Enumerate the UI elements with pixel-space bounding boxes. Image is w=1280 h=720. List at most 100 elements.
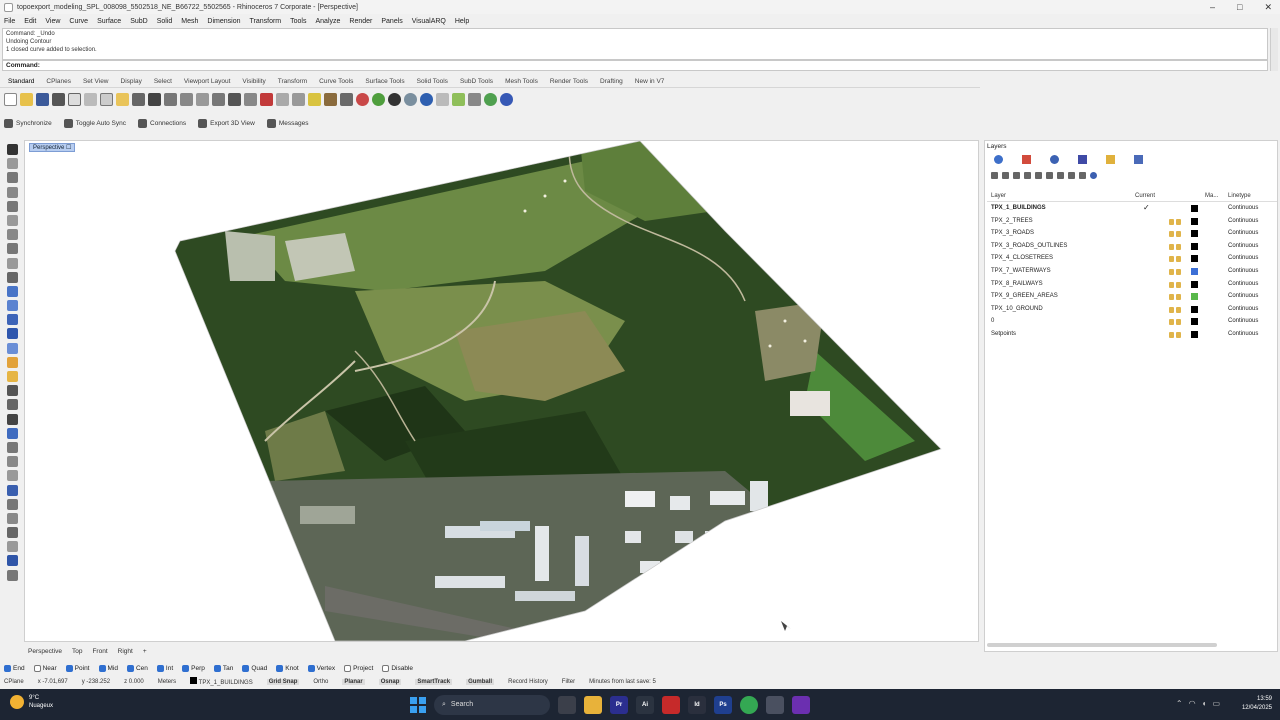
ortho-toggle[interactable]: Ortho bbox=[313, 679, 328, 685]
layers-tab-icon[interactable] bbox=[1019, 153, 1033, 165]
select-arrow-icon[interactable] bbox=[6, 144, 18, 155]
osnap-quad[interactable]: Quad bbox=[242, 664, 267, 672]
viewport-label[interactable]: Perspective ☐ bbox=[29, 143, 76, 152]
current-layer-check-icon[interactable]: ✓ bbox=[1143, 203, 1150, 212]
view-tab-right[interactable]: Right bbox=[118, 648, 133, 655]
perspective-viewport[interactable]: Perspective ☐ bbox=[24, 140, 979, 642]
arc-icon[interactable] bbox=[6, 214, 18, 226]
analyze-icon[interactable] bbox=[6, 555, 18, 567]
osnap-disable[interactable]: Disable bbox=[382, 664, 413, 672]
box-icon[interactable] bbox=[6, 314, 18, 326]
delete-layer-icon[interactable] bbox=[1013, 172, 1020, 179]
osnap-checkbox[interactable] bbox=[156, 664, 164, 672]
rhino-taskbar-icon[interactable] bbox=[766, 695, 784, 714]
sphere-icon[interactable] bbox=[6, 328, 18, 340]
battery-icon[interactable]: ▭ bbox=[1212, 699, 1220, 708]
move-icon[interactable] bbox=[6, 427, 18, 439]
smarttrack-toggle[interactable]: SmartTrack bbox=[415, 678, 453, 685]
layer-linetype[interactable]: Continuous bbox=[1228, 318, 1258, 324]
view-tab-front[interactable]: Front bbox=[92, 648, 107, 655]
osnap-near[interactable]: Near bbox=[33, 664, 57, 672]
app-icon[interactable] bbox=[792, 695, 810, 714]
circle-icon[interactable] bbox=[6, 200, 18, 212]
tab-viewport-layout[interactable]: Viewport Layout bbox=[184, 78, 231, 85]
osnap-point[interactable]: Point bbox=[65, 664, 90, 672]
layer-name[interactable]: 0 bbox=[991, 318, 994, 324]
hatch-icon[interactable] bbox=[6, 541, 18, 553]
menu-help[interactable]: Help bbox=[455, 18, 469, 25]
menu-surface[interactable]: Surface bbox=[97, 18, 121, 25]
split-icon[interactable] bbox=[6, 399, 18, 411]
menu-solid[interactable]: Solid bbox=[157, 18, 173, 25]
paste-icon[interactable] bbox=[116, 92, 129, 106]
menu-dimension[interactable]: Dimension bbox=[207, 18, 240, 25]
tab-cplanes[interactable]: CPlanes bbox=[46, 78, 71, 85]
tab-new-in-v7[interactable]: New in V7 bbox=[635, 78, 665, 85]
layer-row[interactable]: Setpoints Continuous bbox=[987, 329, 1277, 341]
layer-visibility-lock-icons[interactable] bbox=[1169, 281, 1183, 288]
cplane-label[interactable]: CPlane bbox=[4, 679, 24, 685]
layer-linetype[interactable]: Continuous bbox=[1228, 218, 1258, 224]
lightbulb-icon[interactable] bbox=[1169, 319, 1174, 326]
premiere-icon[interactable]: Pr bbox=[610, 695, 628, 714]
fillet-icon[interactable] bbox=[6, 371, 18, 382]
layer-linetype[interactable]: Continuous bbox=[1228, 306, 1258, 312]
tab-drafting[interactable]: Drafting bbox=[600, 78, 623, 85]
layer-linetype[interactable]: Continuous bbox=[1228, 243, 1258, 249]
layer-name[interactable]: TPX_8_RAILWAYS bbox=[991, 281, 1043, 287]
lock-icon[interactable] bbox=[1176, 256, 1181, 263]
dimension-icon[interactable] bbox=[6, 512, 18, 524]
add-view-tab-button[interactable]: + bbox=[143, 648, 147, 655]
layer-help-icon[interactable] bbox=[1090, 172, 1097, 179]
new-file-icon[interactable] bbox=[4, 92, 17, 106]
filter-icon[interactable] bbox=[1057, 172, 1064, 179]
osnap-checkbox[interactable] bbox=[307, 664, 315, 672]
layer-visibility-lock-icons[interactable] bbox=[1169, 256, 1183, 263]
chrome-icon[interactable] bbox=[740, 695, 758, 714]
polygon-icon[interactable] bbox=[6, 257, 18, 269]
osnap-checkbox[interactable] bbox=[4, 664, 11, 672]
layer-visibility-lock-icons[interactable] bbox=[1169, 319, 1183, 326]
layer-visibility-lock-icons[interactable] bbox=[1169, 332, 1183, 338]
layer-visibility-lock-icons[interactable] bbox=[1169, 231, 1183, 238]
menu-panels[interactable]: Panels bbox=[381, 18, 402, 25]
gumball-toggle[interactable]: Gumball bbox=[466, 678, 495, 685]
open-folder-icon[interactable] bbox=[20, 92, 33, 106]
lightbulb-icon[interactable] bbox=[1169, 281, 1174, 288]
layer-color-swatch[interactable] bbox=[1191, 268, 1198, 275]
mirror-icon[interactable] bbox=[6, 484, 18, 496]
clock[interactable]: 13:59 12/04/2025 bbox=[1242, 695, 1272, 713]
zoom-extents-icon[interactable] bbox=[212, 92, 225, 106]
layer-name[interactable]: TPX_3_ROADS_OUTLINES bbox=[991, 243, 1067, 249]
layer-name[interactable]: TPX_9_GREEN_AREAS bbox=[991, 293, 1058, 299]
column-linetype[interactable]: Linetype bbox=[1228, 193, 1251, 199]
environment-icon[interactable] bbox=[404, 92, 417, 106]
osnap-vertex[interactable]: Vertex bbox=[307, 664, 335, 672]
cut-icon[interactable] bbox=[84, 92, 97, 106]
zoom-icon[interactable] bbox=[180, 92, 193, 106]
layer-visibility-lock-icons[interactable] bbox=[1169, 218, 1183, 225]
osnap-checkbox[interactable] bbox=[182, 664, 190, 672]
lock-icon[interactable] bbox=[1176, 269, 1181, 275]
layer-row[interactable]: TPX_3_ROADS_OUTLINES Continuous bbox=[987, 241, 1277, 253]
properties-tab-icon[interactable] bbox=[991, 153, 1005, 165]
menu-tools[interactable]: Tools bbox=[290, 18, 306, 25]
lightbulb-icon[interactable] bbox=[1169, 294, 1174, 301]
tab-subd-tools[interactable]: SubD Tools bbox=[460, 78, 493, 85]
scale-icon[interactable] bbox=[6, 470, 18, 482]
materials-tab-icon[interactable] bbox=[1075, 153, 1089, 165]
current-layer-indicator[interactable]: TPX_1_BUILDINGS bbox=[190, 677, 253, 686]
osnap-checkbox[interactable] bbox=[126, 664, 134, 672]
layer-row[interactable]: TPX_9_GREEN_AREAS Continuous bbox=[987, 291, 1277, 303]
rotate-icon[interactable] bbox=[6, 456, 18, 468]
task-view-icon[interactable] bbox=[558, 695, 576, 714]
material-sphere-icon[interactable] bbox=[372, 92, 385, 106]
record-history-toggle[interactable]: Record History bbox=[508, 679, 548, 685]
menu-render[interactable]: Render bbox=[349, 18, 372, 25]
chevron-up-icon[interactable]: ⌃ bbox=[1176, 699, 1183, 708]
group-icon[interactable] bbox=[6, 569, 18, 581]
column-current[interactable]: Current bbox=[1135, 193, 1155, 199]
menu-file[interactable]: File bbox=[4, 18, 15, 25]
join-icon[interactable] bbox=[6, 413, 18, 425]
photoshop-icon[interactable]: Ps bbox=[714, 695, 732, 714]
